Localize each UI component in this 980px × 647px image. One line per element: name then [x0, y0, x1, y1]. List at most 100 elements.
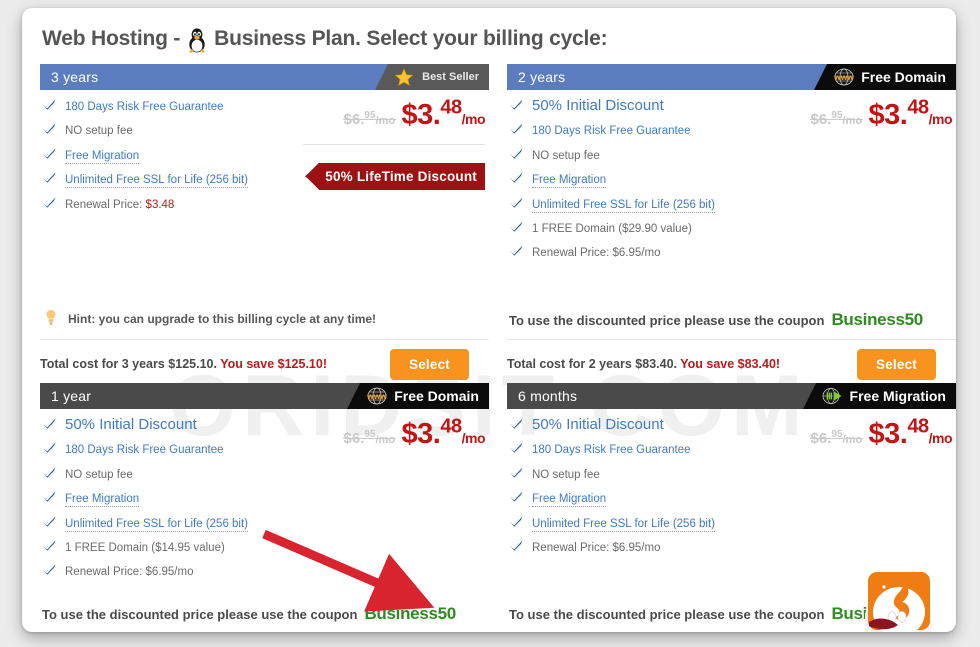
check-icon	[509, 515, 524, 533]
select-button-2-years[interactable]: Select	[857, 348, 936, 380]
plan-badge-best-seller: Best Seller	[375, 64, 489, 90]
price-row: $6.95/mo $3.48/mo	[770, 96, 953, 132]
total-cost-3-years: Total cost for 3 years $125.10. You save…	[40, 357, 327, 371]
select-wrap-3-years: Select	[390, 348, 469, 380]
screenshot-stage: ORIDSIT COM Web Hosting -	[0, 0, 980, 647]
plan-header-3-years: 3 years Best Seller	[40, 64, 489, 90]
feature-text: 180 Days Risk Free Guarantee	[532, 444, 691, 457]
plan-name-1-year: 1 year	[40, 383, 361, 409]
check-icon	[509, 441, 524, 459]
plan-badge-free-domain-2-years: www Free Domain	[814, 64, 956, 90]
check-icon	[509, 490, 524, 508]
feature-text[interactable]: Free Migration	[532, 174, 607, 189]
plan-card-1-year: 1 year www Free Domain 50% Initial Disco…	[40, 383, 489, 632]
list-item: Free Migration	[42, 146, 300, 164]
list-item: Renewal Price: $6.95/mo	[509, 243, 767, 261]
plan-name-2-years: 2 years	[507, 64, 828, 90]
current-price-3-years: $3.48/mo	[401, 96, 486, 131]
total-cost-2-years: Total cost for 2 years $83.40. You save …	[507, 357, 781, 371]
price-row: $6.95/mo $3.48/mo	[303, 415, 486, 451]
plan-badge-label-2-years: Free Domain	[861, 69, 946, 85]
feature-text: 180 Days Risk Free Guarantee	[65, 444, 224, 457]
total-row-2-years: Total cost for 2 years $83.40. You save …	[507, 348, 956, 380]
feature-text: Renewal Price: $6.95/mo	[532, 247, 661, 260]
current-price-1-year: $3.48/mo	[401, 415, 486, 450]
feature-list-3-years: 180 Days Risk Free Guarantee NO setup fe…	[42, 97, 300, 213]
list-item: Renewal Price: $6.95/mo	[42, 562, 300, 580]
check-icon	[509, 147, 524, 165]
list-item: 180 Days Risk Free Guarantee	[509, 440, 767, 458]
list-item: Free Migration	[509, 489, 767, 508]
current-price-2-years: $3.48/mo	[868, 96, 953, 131]
plan-body-1-year: 50% Initial Discount 180 Days Risk Free …	[40, 409, 489, 594]
feature-text: Renewal Price: $3.48	[65, 199, 174, 212]
list-item: Free Migration	[42, 489, 300, 508]
check-icon	[42, 563, 57, 581]
plan-badge-label-6-months: Free Migration	[849, 388, 946, 404]
lifetime-ribbon-wrap: 50% LifeTime Discount	[303, 162, 485, 190]
coupon-code-1-year[interactable]: Business50	[364, 604, 456, 624]
upgrade-hint-text: Hint: you can upgrade to this billing cy…	[68, 312, 377, 326]
list-item: Renewal Price: $6.95/mo	[509, 538, 767, 556]
feature-text: NO setup fee	[532, 468, 600, 481]
plan-badge-free-domain-1-year: www Free Domain	[347, 383, 489, 409]
plan-header-6-months: 6 months Free Migration	[507, 383, 956, 409]
feature-text[interactable]: Unlimited Free SSL for Life (256 bit)	[65, 174, 249, 189]
price-block-1-year: $6.95/mo $3.48/mo	[303, 415, 486, 451]
check-icon	[509, 98, 524, 116]
list-item: NO setup fee	[509, 465, 767, 483]
page-title-suffix: Business Plan. Select your billing cycle…	[214, 27, 608, 50]
feature-text[interactable]: Free Migration	[65, 493, 140, 508]
savings-text: You save $83.40!	[680, 357, 781, 371]
old-price-1-year: $6.95/mo	[342, 428, 396, 447]
check-icon	[509, 244, 524, 262]
svg-text:www: www	[366, 391, 387, 401]
check-icon	[42, 417, 57, 435]
list-item: NO setup fee	[509, 146, 767, 164]
coupon-line-1-year: To use the discounted price please use t…	[42, 604, 489, 624]
plan-card-2-years: 2 years www Free Domain 50% Initial Disc…	[507, 64, 956, 383]
list-item: NO setup fee	[42, 121, 300, 139]
lifetime-discount-ribbon: 50% LifeTime Discount	[305, 162, 485, 190]
divider	[507, 339, 956, 340]
feature-text[interactable]: Unlimited Free SSL for Life (256 bit)	[532, 199, 716, 213]
plan-badge-free-migration: Free Migration	[802, 383, 956, 409]
select-button-3-years[interactable]: Select	[390, 348, 469, 380]
divider	[40, 339, 489, 340]
check-icon	[42, 466, 57, 484]
select-wrap-2-years: Select	[857, 348, 936, 380]
price-row: $6.95/mo $3.48/mo	[303, 96, 486, 132]
plan-name-3-years: 3 years	[40, 64, 389, 90]
list-item: 180 Days Risk Free Guarantee	[42, 97, 300, 115]
feature-text[interactable]: Unlimited Free SSL for Life (256 bit)	[532, 518, 716, 532]
feature-text: Renewal Price: $6.95/mo	[532, 541, 661, 554]
coupon-text: To use the discounted price please use t…	[509, 607, 825, 622]
list-item: Renewal Price: $3.48	[42, 195, 300, 213]
check-icon	[42, 171, 57, 189]
plan-badge-label-1-year: Free Domain	[394, 388, 479, 404]
linux-tux-icon	[185, 26, 209, 53]
feature-text: 180 Days Risk Free Guarantee	[532, 125, 691, 138]
check-icon	[42, 515, 57, 533]
list-item: 50% Initial Discount	[509, 97, 767, 115]
list-item: NO setup fee	[42, 465, 300, 483]
feature-text[interactable]: Free Migration	[532, 493, 607, 508]
chat-mascot-icon[interactable]	[864, 570, 938, 632]
check-icon	[42, 122, 57, 140]
plan-grid: 3 years Best Seller 180 Days Risk Free G…	[40, 64, 956, 632]
check-icon	[509, 417, 524, 435]
lightbulb-icon	[44, 309, 58, 329]
list-item: 180 Days Risk Free Guarantee	[42, 440, 300, 458]
coupon-code-2-years[interactable]: Business50	[831, 310, 923, 330]
plan-badge-label-3-years: Best Seller	[422, 71, 479, 83]
feature-text: 180 Days Risk Free Guarantee	[65, 101, 224, 113]
feature-text[interactable]: Free Migration	[65, 150, 140, 164]
list-item: 1 FREE Domain ($14.95 value)	[42, 538, 300, 556]
current-price-6-months: $3.48/mo	[868, 415, 953, 450]
feature-text: NO setup fee	[65, 468, 133, 481]
feature-text[interactable]: Unlimited Free SSL for Life (256 bit)	[65, 518, 249, 532]
coupon-text: To use the discounted price please use t…	[509, 313, 825, 328]
feature-text: NO setup fee	[532, 149, 600, 162]
feature-text: Renewal Price: $6.95/mo	[65, 566, 194, 579]
plan-header-2-years: 2 years www Free Domain	[507, 64, 956, 90]
